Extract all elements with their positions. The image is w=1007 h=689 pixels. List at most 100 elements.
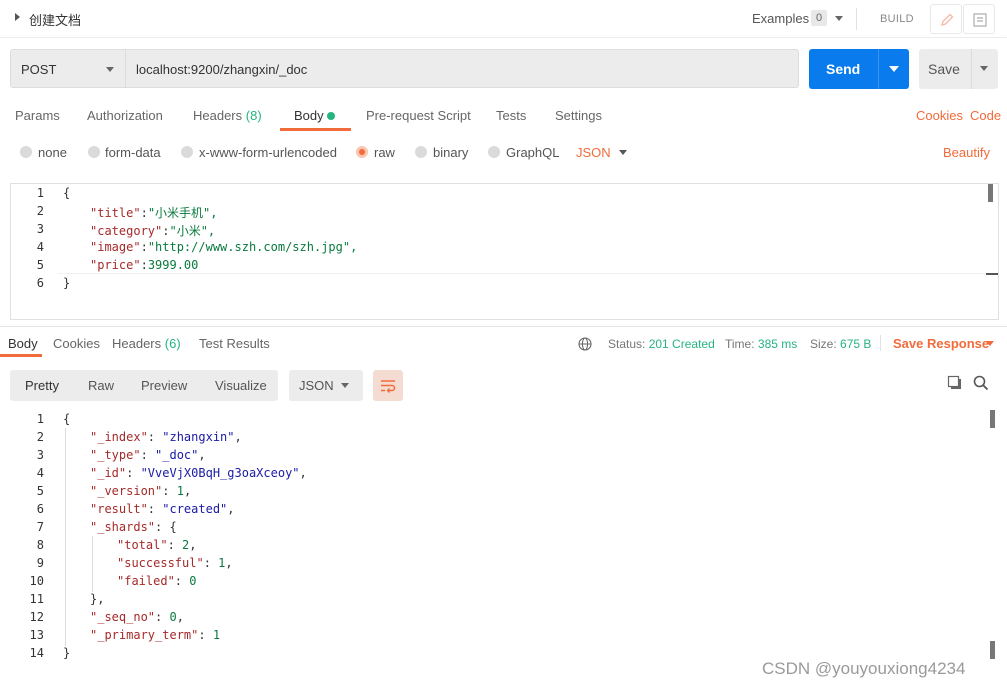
body-modified-indicator (327, 112, 335, 120)
send-options-chevron-icon[interactable] (889, 66, 899, 72)
tab-pre-request-script[interactable]: Pre-request Script (366, 108, 471, 123)
view-visualize-button[interactable]: Visualize (215, 378, 267, 393)
radio-binary[interactable] (415, 146, 427, 158)
line-number: 14 (29, 646, 44, 660)
tab-headers[interactable]: Headers (8) (193, 108, 262, 123)
radio-binary-label[interactable]: binary (433, 145, 468, 160)
url-input[interactable]: localhost:9200/zhangxin/_doc (126, 49, 799, 88)
json-value: "小米手机", (147, 206, 218, 220)
response-tab-body[interactable]: Body (8, 336, 38, 351)
line-number: 6 (36, 502, 44, 516)
documentation-button[interactable] (963, 4, 995, 34)
indent-guide (65, 428, 66, 646)
radio-urlencoded[interactable] (181, 146, 193, 158)
response-tab-headers-label: Headers (112, 336, 162, 351)
json-value: "小米", (169, 224, 216, 238)
code-close-brace: } (63, 646, 71, 660)
radio-none[interactable] (20, 146, 32, 158)
editor-resize-handle[interactable] (986, 273, 998, 291)
response-format-select[interactable]: JSON (289, 370, 363, 401)
response-tab-test-results[interactable]: Test Results (199, 336, 270, 351)
code-line: "failed": 0 (117, 574, 197, 588)
save-response-chevron-icon[interactable] (986, 341, 994, 346)
save-button[interactable]: Save (919, 49, 998, 89)
method-select[interactable]: POST (10, 49, 126, 88)
panel-divider[interactable] (0, 326, 1007, 327)
copy-icon[interactable] (947, 375, 963, 391)
raw-format-select[interactable]: JSON (576, 145, 611, 160)
code-line: "_id": "VveVjX0BqH_g3oaXceoy", (90, 466, 307, 480)
response-scrollbar-top[interactable] (990, 410, 995, 428)
tab-params[interactable]: Params (15, 108, 60, 123)
json-key: "price" (90, 258, 141, 272)
code-close-brace: } (63, 276, 71, 290)
json-key: "title" (90, 206, 141, 220)
code-line: "total": 2, (117, 538, 197, 552)
response-scrollbar-bottom[interactable] (990, 641, 995, 659)
radio-form-data-label[interactable]: form-data (105, 145, 161, 160)
build-label[interactable]: BUILD (880, 13, 914, 25)
examples-count-badge: 0 (811, 10, 827, 26)
cookies-link[interactable]: Cookies (916, 108, 963, 123)
tab-headers-label: Headers (193, 108, 243, 123)
examples-button[interactable]: Examples (752, 11, 809, 26)
collapse-caret-icon[interactable] (15, 13, 20, 21)
radio-raw[interactable] (356, 146, 368, 158)
radio-urlencoded-label[interactable]: x-www-form-urlencoded (199, 145, 337, 160)
code-open-brace: { (63, 186, 71, 200)
globe-icon[interactable] (578, 337, 592, 351)
status-indicator[interactable]: Status: 201 Created (608, 337, 715, 351)
status-value: 201 Created (648, 337, 715, 351)
active-response-tab-underline (0, 354, 42, 357)
response-tab-headers[interactable]: Headers (6) (112, 336, 181, 351)
request-name[interactable]: 创建文档 (29, 10, 81, 29)
send-button[interactable]: Send (809, 49, 909, 89)
size-indicator[interactable]: Size: 675 B (810, 337, 871, 351)
size-value: 675 B (840, 337, 872, 351)
view-preview-button[interactable]: Preview (141, 378, 187, 393)
code-link[interactable]: Code (970, 108, 1001, 123)
beautify-button[interactable]: Beautify (943, 145, 990, 160)
save-options-chevron-icon[interactable] (980, 66, 988, 71)
code-line: "_primary_term": 1 (90, 628, 221, 642)
time-value: 385 ms (757, 337, 798, 351)
url-text: localhost:9200/zhangxin/_doc (136, 62, 308, 77)
tab-tests[interactable]: Tests (496, 108, 526, 123)
radio-none-label[interactable]: none (38, 145, 67, 160)
response-tab-cookies[interactable]: Cookies (53, 336, 100, 351)
format-chevron-down-icon[interactable] (619, 150, 627, 155)
radio-graphql-label[interactable]: GraphQL (506, 145, 559, 160)
response-view-modes: Pretty Raw Preview Visualize (10, 370, 278, 401)
code-line: "title":"小米手机", (90, 206, 218, 220)
search-icon[interactable] (973, 375, 989, 391)
code-line: "_version": 1, (90, 484, 192, 498)
line-number: 2 (36, 430, 44, 444)
view-raw-button[interactable]: Raw (88, 378, 114, 393)
wrap-lines-button[interactable] (373, 370, 403, 401)
json-key: "image" (90, 240, 141, 254)
line-number: 6 (36, 276, 44, 290)
response-tab-headers-count: (6) (164, 336, 181, 351)
line-number: 4 (36, 240, 44, 254)
code-open-brace: { (63, 412, 71, 426)
wrap-icon (381, 380, 396, 393)
view-pretty-button[interactable]: Pretty (25, 378, 59, 393)
line-number: 3 (36, 222, 44, 236)
document-icon (973, 13, 987, 27)
send-divider (878, 49, 879, 89)
line-number: 1 (36, 412, 44, 426)
active-tab-underline (280, 128, 351, 131)
tab-settings[interactable]: Settings (555, 108, 602, 123)
radio-graphql[interactable] (488, 146, 500, 158)
editor-scrollbar[interactable] (988, 184, 993, 202)
save-response-button[interactable]: Save Response (893, 336, 989, 351)
edit-button[interactable] (930, 4, 962, 34)
tab-authorization[interactable]: Authorization (87, 108, 163, 123)
radio-raw-label[interactable]: raw (374, 145, 395, 160)
save-label: Save (928, 61, 960, 77)
response-body-viewer[interactable] (0, 408, 1000, 663)
radio-form-data[interactable] (88, 146, 100, 158)
examples-chevron-down-icon[interactable] (835, 16, 843, 21)
tab-body[interactable]: Body (294, 108, 324, 123)
time-indicator[interactable]: Time: 385 ms (725, 337, 797, 351)
